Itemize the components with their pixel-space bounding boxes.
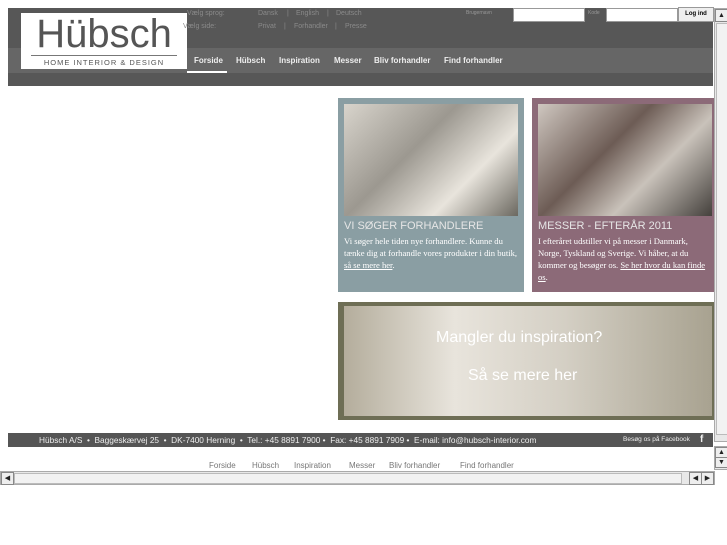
side-forhandler[interactable]: Forhandler <box>294 23 328 30</box>
footer-nav-inspiration[interactable]: Inspiration <box>294 461 331 470</box>
card-image <box>538 104 712 216</box>
active-nav-underline <box>187 71 227 73</box>
footer-nav-hubsch[interactable]: Hübsch <box>252 461 279 470</box>
page-label: Vælg side: <box>183 23 217 30</box>
card-title: MESSER - EFTERÅR 2011 <box>538 220 673 232</box>
lang-english[interactable]: English <box>296 10 319 17</box>
separator: | <box>284 23 286 30</box>
nav-find-forhandler[interactable]: Find forhandler <box>444 56 503 65</box>
username-input[interactable] <box>513 8 585 22</box>
logo-tagline: HOME INTERIOR & DESIGN <box>31 55 177 67</box>
language-label: Vælg sprog: <box>187 10 225 17</box>
side-presse[interactable]: Presse <box>345 23 367 30</box>
lang-deutsch[interactable]: Deutsch <box>336 10 362 17</box>
vertical-scrollbar[interactable]: ▲ <box>714 8 727 442</box>
footer-nav-forside[interactable]: Forside <box>209 461 236 470</box>
facebook-icon[interactable]: f <box>700 433 703 447</box>
password-input[interactable] <box>606 8 678 22</box>
separator: | <box>327 10 329 17</box>
username-label: Brugernavn <box>466 10 492 16</box>
footer-bar: Hübsch A/S • Baggeskærvej 25 • DK-7400 H… <box>8 433 713 447</box>
nav-messer[interactable]: Messer <box>334 56 362 65</box>
footer-address: Hübsch A/S • Baggeskærvej 25 • DK-7400 H… <box>39 435 537 445</box>
scroll-left-icon[interactable]: ◀ <box>1 472 14 485</box>
card-image <box>344 104 518 216</box>
scrollbar-thumb[interactable] <box>14 473 682 484</box>
card-forhandlere[interactable]: VI SØGER FORHANDLERE Vi søger hele tiden… <box>338 98 524 292</box>
nav-bliv-forhandler[interactable]: Bliv forhandler <box>374 56 430 65</box>
card-link[interactable]: så se mere her <box>344 260 392 270</box>
scroll-right-icon[interactable]: ▶ <box>701 472 714 485</box>
banner-line2: Så se mere her <box>468 367 578 384</box>
nav-inspiration[interactable]: Inspiration <box>279 56 320 65</box>
banner-line1: Mangler du inspiration? <box>436 329 603 346</box>
login-button[interactable]: Log ind <box>678 7 714 22</box>
page-vertical-scrollbar[interactable]: ▲ ▼ <box>714 446 727 470</box>
card-messer[interactable]: MESSER - EFTERÅR 2011 I efteråret udstil… <box>532 98 718 292</box>
horizontal-scrollbar[interactable]: ◀ ◀ ▶ <box>0 471 715 485</box>
facebook-link[interactable]: Besøg os på Facebook <box>623 433 690 447</box>
card-text: Vi søger hele tiden nye forhandlere. Kun… <box>344 235 519 271</box>
lang-dansk[interactable]: Dansk <box>258 10 278 17</box>
password-label: Kode <box>588 10 600 16</box>
logo-name: Hübsch <box>36 12 172 56</box>
logo[interactable]: Hübsch HOME INTERIOR & DESIGN <box>21 13 187 69</box>
inspiration-banner[interactable]: Mangler du inspiration? Så se mere her <box>338 302 718 420</box>
side-privat[interactable]: Privat <box>258 23 276 30</box>
footer-nav-find-forhandler[interactable]: Find forhandler <box>460 461 514 470</box>
separator: | <box>335 23 337 30</box>
separator: | <box>287 10 289 17</box>
period: . <box>545 272 548 282</box>
card-text: I efteråret udstiller vi på messer i Dan… <box>538 235 713 283</box>
banner-image <box>344 306 712 416</box>
footer-nav-messer[interactable]: Messer <box>349 461 375 470</box>
scrollbar-thumb[interactable] <box>716 23 727 435</box>
nav-forside[interactable]: Forside <box>194 56 223 65</box>
card-title: VI SØGER FORHANDLERE <box>344 220 484 232</box>
card-body: Vi søger hele tiden nye forhandlere. Kun… <box>344 236 518 258</box>
nav-hubsch[interactable]: Hübsch <box>236 56 265 65</box>
footer-nav-bliv-forhandler[interactable]: Bliv forhandler <box>389 461 440 470</box>
scroll-up-icon[interactable]: ▲ <box>715 9 727 22</box>
scroll-down-icon[interactable]: ▼ <box>715 457 727 468</box>
period: . <box>392 260 395 270</box>
